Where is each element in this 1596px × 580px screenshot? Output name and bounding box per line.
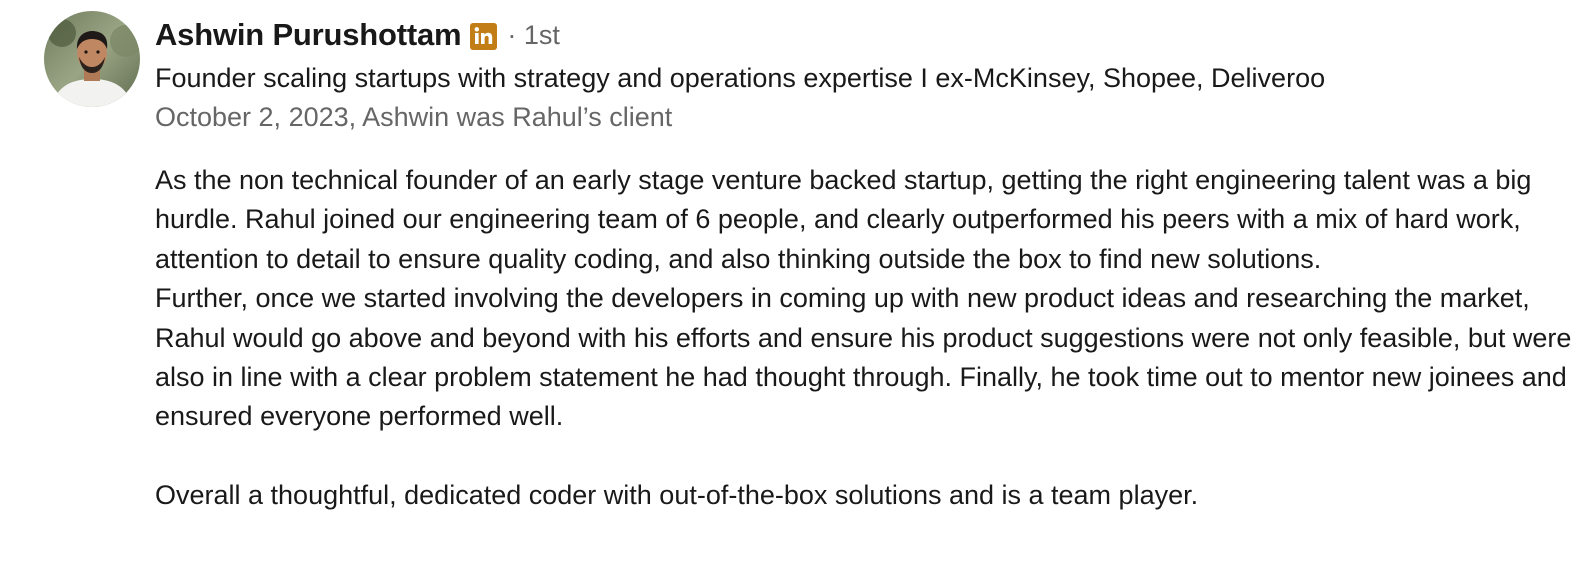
recommendation-card: Ashwin Purushottam · 1st Founder scaling… <box>0 0 1596 580</box>
recommendation-meta: October 2, 2023, Ashwin was Rahul’s clie… <box>155 102 673 132</box>
recommendation-header: Ashwin Purushottam · 1st Founder scaling… <box>155 14 1576 136</box>
recommendation-paragraph-1: As the non technical founder of an early… <box>155 165 1532 274</box>
name-row: Ashwin Purushottam · 1st <box>155 14 1576 56</box>
recommendation-text: As the non technical founder of an early… <box>155 161 1580 516</box>
author-avatar[interactable] <box>44 11 140 107</box>
author-name[interactable]: Ashwin Purushottam <box>155 17 462 53</box>
linkedin-in-icon <box>470 22 498 50</box>
recommendation-paragraph-3: Overall a thoughtful, dedicated coder wi… <box>155 480 1199 511</box>
recommendation-paragraph-2: Further, once we started involving the d… <box>155 283 1572 432</box>
avatar-photo <box>44 11 140 107</box>
author-headline: Founder scaling startups with strategy a… <box>155 63 1326 93</box>
connection-degree: · 1st <box>507 19 560 50</box>
